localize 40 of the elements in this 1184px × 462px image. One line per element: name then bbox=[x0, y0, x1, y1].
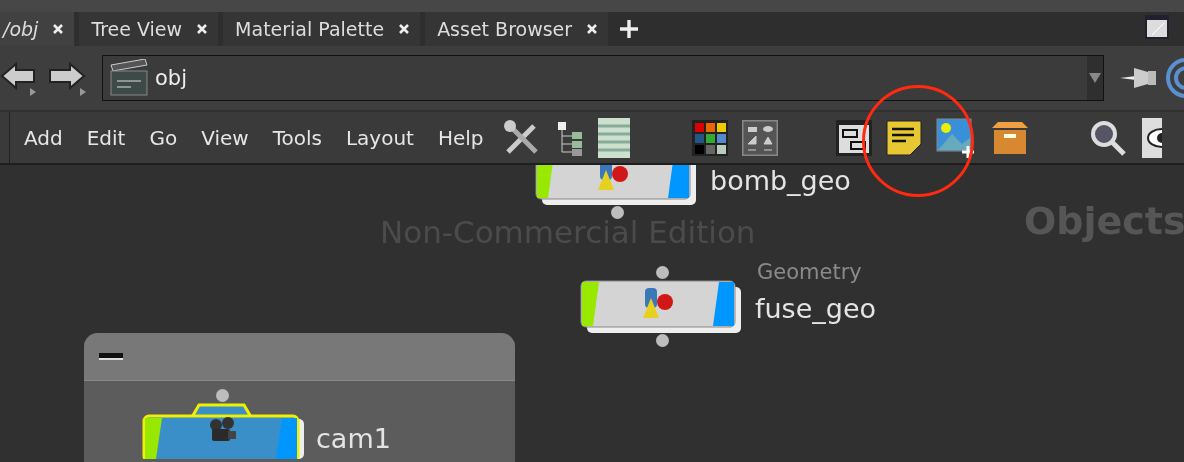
input-connector[interactable] bbox=[656, 266, 669, 279]
close-icon[interactable] bbox=[196, 23, 209, 35]
window-icon[interactable] bbox=[1144, 14, 1170, 40]
network-box-icon[interactable] bbox=[835, 119, 872, 156]
menu-item[interactable]: Go bbox=[149, 125, 178, 150]
menu-item[interactable]: Edit bbox=[86, 125, 126, 150]
tab[interactable]: Tree View bbox=[79, 12, 219, 46]
tab[interactable]: Material Palette bbox=[223, 12, 421, 46]
menu-item[interactable]: View bbox=[201, 125, 249, 150]
menu-item[interactable]: Add bbox=[24, 125, 63, 150]
dropdown-arrow-icon[interactable] bbox=[1089, 73, 1101, 83]
plus-icon[interactable] bbox=[619, 19, 640, 39]
node-name[interactable]: bomb_geo bbox=[710, 165, 851, 196]
shapes-palette-icon[interactable] bbox=[741, 119, 778, 156]
close-icon[interactable] bbox=[52, 23, 65, 35]
menu-item[interactable]: Help bbox=[437, 125, 484, 150]
color-palette-icon[interactable] bbox=[691, 119, 728, 156]
shapes-icon bbox=[598, 165, 628, 190]
output-connector[interactable] bbox=[656, 334, 669, 347]
sticky-note-icon[interactable] bbox=[885, 119, 922, 156]
movie-camera-icon bbox=[210, 417, 236, 441]
clapperboard-icon bbox=[109, 59, 149, 97]
node-name[interactable]: fuse_geo bbox=[755, 293, 877, 324]
close-icon[interactable] bbox=[398, 23, 411, 35]
tab[interactable]: /obj bbox=[0, 12, 75, 46]
minimize-button[interactable] bbox=[99, 353, 123, 360]
menu-item[interactable]: Layout bbox=[345, 125, 414, 150]
menu-item[interactable]: Tools bbox=[272, 125, 322, 150]
tab[interactable]: Asset Browser bbox=[425, 12, 609, 46]
path-field[interactable]: obj bbox=[102, 55, 1104, 101]
output-connector[interactable] bbox=[611, 206, 624, 219]
node-name[interactable]: cam1 bbox=[316, 423, 391, 454]
close-icon[interactable] bbox=[586, 23, 599, 35]
node-type-label: Geometry bbox=[757, 260, 862, 284]
add-image-icon[interactable] bbox=[935, 117, 976, 158]
tree-icon[interactable] bbox=[555, 119, 584, 156]
striped-panel-icon[interactable] bbox=[597, 117, 630, 158]
eye-icon[interactable] bbox=[1141, 117, 1162, 158]
rings-icon[interactable] bbox=[1164, 58, 1184, 98]
shapes-icon bbox=[643, 288, 673, 318]
